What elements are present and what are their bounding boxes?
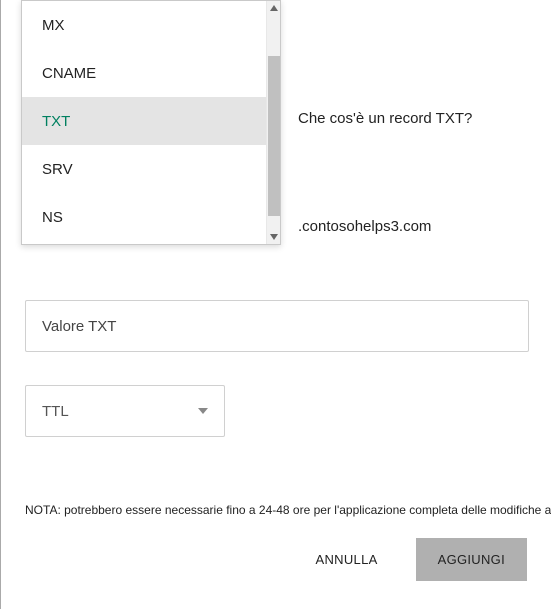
form-actions: ANNULLA AGGIUNGI	[308, 538, 527, 581]
txt-value-input[interactable]	[25, 300, 529, 352]
help-link-txt-record[interactable]: Che cos'è un record TXT?	[298, 110, 472, 127]
record-type-option-txt[interactable]: TXT	[22, 97, 266, 145]
record-type-option-ns[interactable]: NS	[22, 193, 266, 241]
record-type-dropdown[interactable]: MX CNAME TXT SRV NS	[21, 0, 281, 245]
domain-suffix-label: .contosohelps3.com	[298, 218, 431, 235]
record-type-option-list: MX CNAME TXT SRV NS	[22, 1, 266, 244]
record-type-option-cname[interactable]: CNAME	[22, 49, 266, 97]
scroll-up-icon[interactable]	[267, 1, 281, 15]
record-type-option-srv[interactable]: SRV	[22, 145, 266, 193]
add-button[interactable]: AGGIUNGI	[416, 538, 527, 581]
ttl-select-label: TTL	[42, 403, 69, 420]
cancel-button[interactable]: ANNULLA	[308, 542, 386, 577]
dropdown-scrollbar[interactable]	[266, 1, 280, 244]
scroll-down-icon[interactable]	[267, 230, 281, 244]
dns-propagation-note: NOTA: potrebbero essere necessarie fino …	[25, 503, 551, 517]
dns-record-form: Che cos'è un record TXT? .contosohelps3.…	[0, 0, 551, 609]
ttl-select[interactable]: TTL	[25, 385, 225, 437]
scrollbar-thumb[interactable]	[268, 56, 280, 216]
record-type-option-mx[interactable]: MX	[22, 1, 266, 49]
chevron-down-icon	[198, 408, 208, 414]
